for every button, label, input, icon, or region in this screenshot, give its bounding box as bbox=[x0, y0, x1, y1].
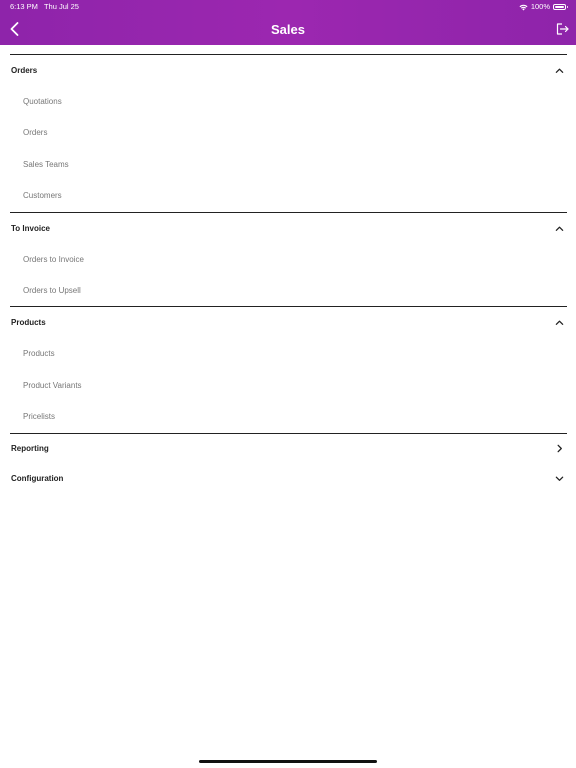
section-to-invoice: To Invoice Orders to Invoice Orders to U… bbox=[10, 211, 567, 307]
menu-item-sales-teams[interactable]: Sales Teams bbox=[10, 149, 567, 180]
status-bar: 6:13 PM Thu Jul 25 100% bbox=[0, 0, 576, 14]
section-products: Products Products Product Variants Price… bbox=[10, 306, 567, 432]
sales-menu: Orders Quotations Orders Sales Teams Cus… bbox=[10, 54, 567, 494]
chevron-up-icon bbox=[555, 226, 564, 231]
logout-button[interactable] bbox=[555, 21, 569, 37]
menu-item-orders-to-upsell[interactable]: Orders to Upsell bbox=[10, 275, 567, 306]
section-orders: Orders Quotations Orders Sales Teams Cus… bbox=[10, 54, 567, 212]
status-time: 6:13 PM bbox=[10, 2, 38, 11]
section-header-orders[interactable]: Orders bbox=[10, 55, 567, 86]
status-clock: 6:13 PM Thu Jul 25 bbox=[10, 0, 79, 14]
menu-item-customers[interactable]: Customers bbox=[10, 180, 567, 211]
logout-icon bbox=[556, 23, 569, 35]
menu-item-quotations[interactable]: Quotations bbox=[10, 86, 567, 117]
section-header-products[interactable]: Products bbox=[10, 307, 567, 338]
battery-icon bbox=[553, 4, 568, 10]
menu-item-orders-to-invoice[interactable]: Orders to Invoice bbox=[10, 244, 567, 275]
status-indicators: 100% bbox=[519, 0, 568, 14]
page-title: Sales bbox=[271, 22, 305, 37]
wifi-icon bbox=[519, 4, 528, 10]
section-label: To Invoice bbox=[11, 223, 50, 233]
status-date: Thu Jul 25 bbox=[43, 2, 79, 11]
section-reporting: Reporting bbox=[10, 432, 567, 464]
chevron-down-icon bbox=[555, 476, 564, 481]
section-label: Configuration bbox=[11, 474, 64, 484]
battery-percent: 100% bbox=[530, 2, 550, 11]
app-header: 6:13 PM Thu Jul 25 100% Sales bbox=[0, 0, 576, 45]
section-header-configuration[interactable]: Configuration bbox=[10, 464, 567, 494]
section-header-to-invoice[interactable]: To Invoice bbox=[10, 213, 567, 244]
chevron-up-icon bbox=[555, 68, 564, 73]
section-label: Orders bbox=[11, 66, 38, 75]
menu-item-orders[interactable]: Orders bbox=[10, 117, 567, 148]
chevron-up-icon bbox=[555, 320, 564, 326]
home-indicator bbox=[199, 760, 377, 763]
chevron-right-icon bbox=[557, 444, 562, 453]
menu-item-pricelists[interactable]: Pricelists bbox=[10, 401, 567, 432]
menu-item-product-variants[interactable]: Product Variants bbox=[10, 370, 567, 401]
section-header-reporting[interactable]: Reporting bbox=[10, 434, 567, 464]
menu-item-products[interactable]: Products bbox=[10, 338, 567, 369]
nav-bar: Sales bbox=[0, 14, 576, 45]
section-label: Products bbox=[11, 318, 46, 328]
section-label: Reporting bbox=[11, 444, 49, 454]
